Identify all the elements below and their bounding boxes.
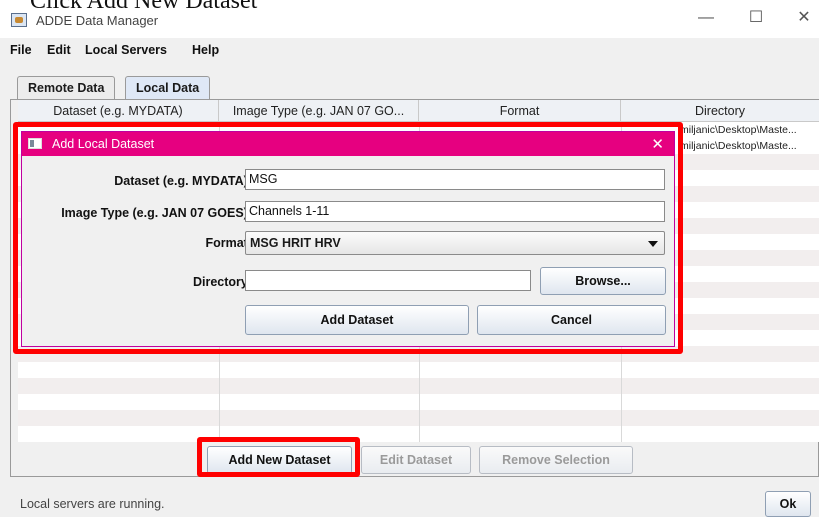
menu-file[interactable]: File <box>10 43 32 57</box>
column-image-type[interactable]: Image Type (e.g. JAN 07 GO... <box>219 100 419 122</box>
menu-edit[interactable]: Edit <box>47 43 71 57</box>
close-icon[interactable]: ✕ <box>784 6 819 30</box>
directory-cell: miljanic\Desktop\Maste... <box>680 140 797 152</box>
dialog-highlight <box>13 122 683 354</box>
column-format[interactable]: Format <box>419 100 621 122</box>
window-title: ADDE Data Manager <box>36 13 159 28</box>
minimize-icon[interactable]: — <box>686 6 726 30</box>
add-new-dataset-highlight <box>197 437 360 477</box>
ok-button[interactable]: Ok <box>765 491 811 517</box>
instruction-caption: Click Add New Dataset <box>30 0 258 14</box>
menu-local-servers[interactable]: Local Servers <box>85 43 167 57</box>
directory-cell: miljanic\Desktop\Maste... <box>680 124 797 136</box>
table-header: Dataset (e.g. MYDATA) Image Type (e.g. J… <box>18 100 819 122</box>
status-text: Local servers are running. <box>20 497 165 511</box>
remove-selection-button[interactable]: Remove Selection <box>479 446 633 474</box>
tab-local-data[interactable]: Local Data <box>125 76 211 100</box>
menu-bar: File Edit Local Servers Help <box>0 38 819 62</box>
java-cup-icon <box>11 13 27 27</box>
tab-remote-data[interactable]: Remote Data <box>17 76 116 99</box>
column-dataset[interactable]: Dataset (e.g. MYDATA) <box>18 100 219 122</box>
menu-help[interactable]: Help <box>192 43 219 57</box>
edit-dataset-button[interactable]: Edit Dataset <box>361 446 471 474</box>
column-directory[interactable]: Directory <box>621 100 819 122</box>
maximize-icon[interactable]: ☐ <box>736 6 776 30</box>
